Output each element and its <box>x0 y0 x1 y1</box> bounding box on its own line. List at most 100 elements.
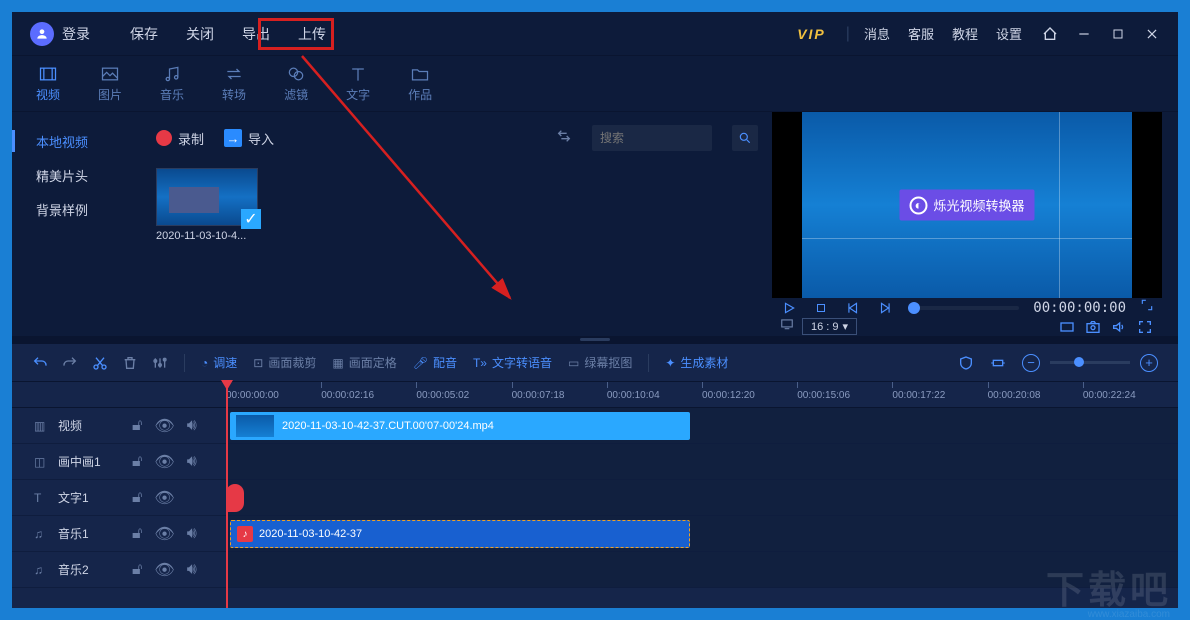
timeline-tracks: ▥视频 🔓︎ 👁︎ 🔊︎ 2020-11-03-10-42-37.CUT.00'… <box>12 408 1178 608</box>
zoom-slider[interactable] <box>1050 361 1130 364</box>
track-music1: ♫音乐1 🔓︎ 👁︎ 🔊︎ ♪2020-11-03-10-42-37 <box>12 516 1178 552</box>
record-dot-icon <box>156 130 172 146</box>
track-lane[interactable]: 2020-11-03-10-42-37.CUT.00'07-00'24.mp4 <box>226 408 1178 443</box>
cat-filter[interactable]: 滤镜 <box>284 64 308 103</box>
search-input[interactable] <box>600 131 680 145</box>
home-icon[interactable] <box>1042 26 1058 42</box>
prev-icon[interactable] <box>844 299 862 317</box>
menu-upload[interactable]: 上传 <box>298 24 326 44</box>
lock-icon[interactable]: 🔓︎ <box>132 453 142 471</box>
dub-button[interactable]: 🎤︎配音 <box>413 354 457 371</box>
menu-export[interactable]: 导出 <box>242 24 270 44</box>
track-lane[interactable]: ♪2020-11-03-10-42-37 <box>226 516 1178 551</box>
playhead[interactable] <box>226 382 228 608</box>
lock-icon[interactable]: 🔓︎ <box>132 489 142 507</box>
text-icon <box>348 64 368 84</box>
next-icon[interactable] <box>876 299 894 317</box>
shield-icon[interactable] <box>958 355 974 371</box>
ratio-icon[interactable] <box>1058 318 1076 336</box>
sound-icon[interactable]: 🔊︎ <box>187 417 197 435</box>
track-lane[interactable] <box>226 552 1178 587</box>
mic-icon: 🎤︎ <box>413 356 428 370</box>
link-settings[interactable]: 设置 <box>996 24 1022 43</box>
track-text: T文字1 🔓︎ 👁︎ <box>12 480 1178 516</box>
snapshot-icon[interactable] <box>1084 318 1102 336</box>
minimize-icon[interactable] <box>1076 26 1092 42</box>
eye-icon[interactable]: 👁︎ <box>154 452 174 472</box>
link-messages[interactable]: 消息 <box>864 24 890 43</box>
search-icon[interactable] <box>732 125 758 151</box>
fullscreen-icon[interactable] <box>1136 318 1154 336</box>
sound-icon[interactable]: 🔊︎ <box>187 453 197 471</box>
aspect-ratio-select[interactable]: 16 : 9 ▾ <box>802 318 857 335</box>
menu-save[interactable]: 保存 <box>130 24 158 44</box>
video-clip[interactable]: 2020-11-03-10-42-37.CUT.00'07-00'24.mp4 <box>230 412 690 440</box>
eye-icon[interactable]: 👁︎ <box>154 524 174 544</box>
watermark-url: www.xiazaiba.com <box>1088 609 1170 620</box>
sort-icon[interactable] <box>556 128 572 149</box>
thumbnail-item[interactable]: ✓ 2020-11-03-10-4... <box>156 168 258 242</box>
link-tutorial[interactable]: 教程 <box>952 24 978 43</box>
link-support[interactable]: 客服 <box>908 24 934 43</box>
fit-icon[interactable] <box>990 355 1006 371</box>
side-tab-intro[interactable]: 精美片头 <box>12 158 142 192</box>
side-tab-local[interactable]: 本地视频 <box>12 124 142 158</box>
preview-content-badge: ◐ 烁光视频转换器 <box>899 190 1034 221</box>
audio-clip[interactable]: ♪2020-11-03-10-42-37 <box>230 520 690 548</box>
speed-button[interactable]: ◔调速 <box>201 354 237 371</box>
cat-works[interactable]: 作品 <box>408 64 432 103</box>
crop-button[interactable]: ⊡画面裁剪 <box>253 354 316 371</box>
cat-image[interactable]: 图片 <box>98 64 122 103</box>
sound-icon[interactable]: 🔊︎ <box>187 525 197 543</box>
import-button[interactable]: → 导入 <box>224 129 274 148</box>
lock-icon[interactable]: 🔓︎ <box>132 561 142 579</box>
tts-icon: T» <box>473 356 487 370</box>
music-icon <box>162 64 182 84</box>
progress-slider[interactable] <box>908 306 1019 310</box>
thumbnail-label: 2020-11-03-10-4... <box>156 230 258 242</box>
lock-icon[interactable]: 🔓︎ <box>132 417 142 435</box>
menu-close[interactable]: 关闭 <box>186 24 214 44</box>
lock-icon[interactable]: 🔓︎ <box>132 525 142 543</box>
side-tab-bg[interactable]: 背景样例 <box>12 192 142 226</box>
tts-button[interactable]: T»文字转语音 <box>473 354 552 371</box>
cut-icon[interactable] <box>92 355 108 371</box>
login-link[interactable]: 登录 <box>62 24 90 44</box>
eye-icon[interactable]: 👁︎ <box>154 560 174 580</box>
cat-music[interactable]: 音乐 <box>160 64 184 103</box>
greenscreen-button[interactable]: ▭绿幕抠图 <box>568 354 632 371</box>
circles-icon <box>286 64 306 84</box>
adjust-icon[interactable] <box>152 355 168 371</box>
text-marker[interactable] <box>226 484 244 512</box>
stop-icon[interactable] <box>812 299 830 317</box>
window-controls <box>1042 26 1160 42</box>
track-lane[interactable] <box>226 444 1178 479</box>
eye-icon[interactable]: 👁︎ <box>154 488 174 508</box>
sound-icon[interactable]: 🔊︎ <box>187 561 197 579</box>
track-lane[interactable] <box>226 480 1178 515</box>
play-icon[interactable] <box>780 299 798 317</box>
cat-text[interactable]: 文字 <box>346 64 370 103</box>
delete-icon[interactable] <box>122 355 138 371</box>
record-button[interactable]: 录制 <box>156 129 204 148</box>
eye-icon[interactable]: 👁︎ <box>154 416 174 436</box>
volume-icon[interactable] <box>1110 318 1128 336</box>
timeline-ruler[interactable]: 00:00:00:00 00:00:02:16 00:00:05:02 00:0… <box>12 382 1178 408</box>
zoom-out-button[interactable]: − <box>1022 354 1040 372</box>
expand-icon[interactable] <box>1140 298 1154 317</box>
thumbnail-grid: ✓ 2020-11-03-10-4... <box>156 154 758 242</box>
search-box[interactable] <box>592 125 712 151</box>
cat-transition[interactable]: 转场 <box>222 64 246 103</box>
generate-button[interactable]: ✦生成素材 <box>665 354 728 371</box>
maximize-icon[interactable] <box>1110 26 1126 42</box>
side-tabs: 本地视频 精美片头 背景样例 <box>12 112 142 336</box>
cat-video[interactable]: 视频 <box>36 64 60 103</box>
redo-icon[interactable] <box>62 355 78 371</box>
vip-badge[interactable]: VIP <box>797 26 826 42</box>
close-icon[interactable] <box>1144 26 1160 42</box>
track-music2: ♫音乐2 🔓︎ 👁︎ 🔊︎ <box>12 552 1178 588</box>
undo-icon[interactable] <box>32 355 48 371</box>
zoom-in-button[interactable]: + <box>1140 354 1158 372</box>
freeze-button[interactable]: ▦画面定格 <box>332 354 396 371</box>
vertical-divider[interactable] <box>12 336 1178 344</box>
